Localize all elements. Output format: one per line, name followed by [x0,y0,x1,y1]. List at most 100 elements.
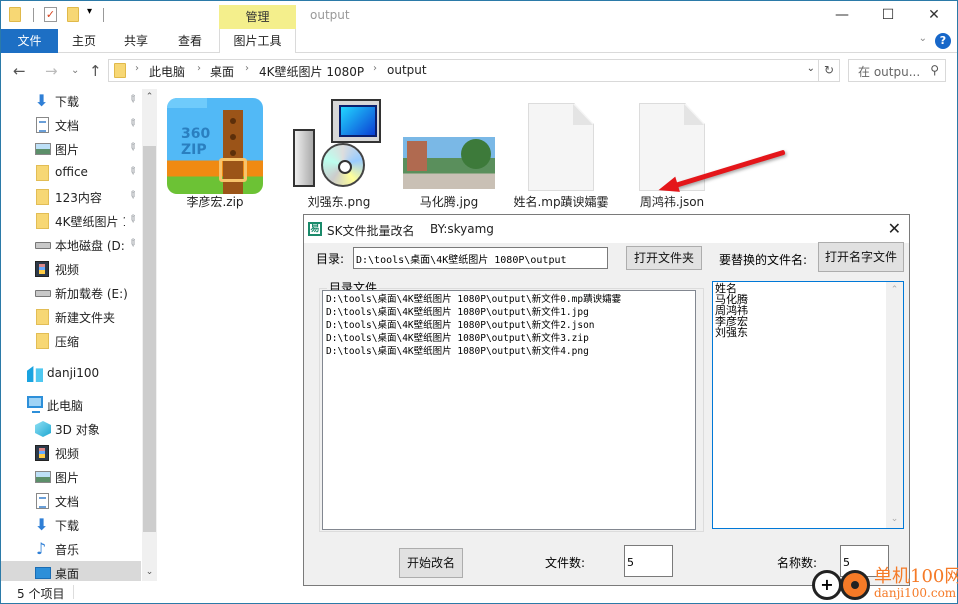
sidebar-item-videos[interactable]: 视频 [1,257,141,281]
list-item[interactable]: D:\tools\桌面\4K壁纸图片 1080P\output\新文件1.jpg [326,306,692,319]
refresh-button[interactable]: ↻ [818,60,839,81]
file-count-field[interactable]: 5 [624,545,673,577]
scrollbar-thumb[interactable] [143,146,156,532]
pin-icon: ✎ [125,92,140,107]
navigation-pane: ⬇ 下载 ✎ 文档 ✎ 图片 ✎ office ✎ 123内容 ✎ 4K壁纸图片… [1,89,157,581]
sidebar-item-videos-pc[interactable]: 视频 [1,441,141,465]
picture-icon [35,143,51,155]
list-item[interactable]: D:\tools\桌面\4K壁纸图片 1080P\output\新文件0.mp蹟… [326,293,692,306]
file-item-json[interactable]: 周鸿祎.json [622,89,722,214]
sidebar-item-downloads-pc[interactable]: ⬇ 下载 [1,513,141,537]
item-count: 5 个项目 [17,587,65,601]
scroll-up-arrow[interactable]: ⌃ [886,282,903,299]
sidebar-item-danji100[interactable]: danji100 [1,362,141,386]
title-bar: ✓ ▾ 管理 output — ☐ ✕ [1,1,957,29]
new-folder-icon[interactable] [67,7,79,22]
list-item[interactable]: D:\tools\桌面\4K壁纸图片 1080P\output\新文件3.zip [326,332,692,345]
directory-input[interactable]: D:\tools\桌面\4K壁纸图片 1080P\output [353,247,608,269]
window-title: output [310,8,350,22]
names-textarea[interactable]: 姓名 马化腾 周鸿祎 李彦宏 刘强东 ⌃ ⌄ [712,281,904,529]
sidebar-item-label: 此电脑 [47,399,84,413]
sidebar-item-local-disk-d[interactable]: 本地磁盘 (D:) ✎ [1,233,141,257]
names-scrollbar[interactable]: ⌃ ⌄ [886,282,903,528]
recent-locations-dropdown[interactable]: ⌄ [71,65,79,76]
search-input[interactable]: 在 outpu... ⚲ [848,59,946,82]
tab-view[interactable]: 查看 [169,29,211,53]
sidebar-item-this-pc[interactable]: 此电脑 [1,393,141,417]
maximize-button[interactable]: ☐ [865,1,911,29]
directory-files-list[interactable]: D:\tools\桌面\4K壁纸图片 1080P\output\新文件0.mp蹟… [322,290,696,530]
open-folder-button[interactable]: 打开文件夹 [626,246,702,270]
sidebar-item-downloads[interactable]: ⬇ 下载 ✎ [1,89,141,113]
sidebar-item-pictures[interactable]: 图片 ✎ [1,137,141,161]
scroll-up-arrow[interactable]: ⌃ [142,89,157,106]
sidebar-item-label: 图片 [55,143,80,157]
file-name: 姓名.mp蹟谀孀霎 [513,195,609,209]
sidebar-item-documents-pc[interactable]: 文档 [1,489,141,513]
sidebar-item-label: 下载 [55,519,80,533]
tab-file[interactable]: 文件 [1,29,58,53]
blank-file-icon [528,103,594,191]
sidebar-item-office[interactable]: office ✎ [1,161,141,185]
sidebar-item-pictures-pc[interactable]: 图片 [1,465,141,489]
properties-icon[interactable]: ✓ [44,7,57,22]
start-rename-button[interactable]: 开始改名 [399,548,463,578]
breadcrumb-desktop[interactable]: 桌面 [210,63,234,80]
file-item-mp[interactable]: 姓名.mp蹟谀孀霎 [511,89,611,214]
tab-share[interactable]: 共享 [115,29,157,53]
list-item[interactable]: D:\tools\桌面\4K壁纸图片 1080P\output\新文件4.png [326,345,692,358]
open-names-file-button[interactable]: 打开名字文件 [818,242,904,272]
sidebar-item-music[interactable]: ♪ 音乐 [1,537,141,561]
breadcrumb-this-pc[interactable]: 此电脑 [149,63,185,80]
photo-thumbnail [403,137,495,189]
sidebar-item-3d-objects[interactable]: 3D 对象 [1,417,141,441]
minimize-button[interactable]: — [819,1,865,29]
folder-icon [114,63,126,78]
sidebar-item-desktop[interactable]: 桌面 [1,561,141,581]
sidebar-scrollbar[interactable]: ⌃ ⌄ [142,89,157,581]
pin-icon: ✎ [125,116,140,131]
forward-button[interactable]: → [45,62,58,80]
watermark-text-cn: 单机100网 [874,566,958,587]
sidebar-item-label: 新加载卷 (E:) [55,287,128,301]
address-bar[interactable]: › 此电脑 › 桌面 › 4K壁纸图片 1080P › output ⌄ ↻ [108,59,840,82]
up-button[interactable]: ↑ [89,62,102,80]
contextual-tab-group-manage: 管理 [219,5,296,29]
drive-icon [35,290,51,297]
sidebar-item-123-content[interactable]: 123内容 ✎ [1,185,141,209]
download-icon: ⬇ [35,515,49,534]
breadcrumb-wallpaper-folder[interactable]: 4K壁纸图片 1080P [259,63,364,80]
help-icon[interactable]: ? [935,33,951,49]
sidebar-item-wallpaper-folder[interactable]: 4K壁纸图片 1 ✎ [1,209,141,233]
file-item-png[interactable]: 刘强东.png [289,89,389,214]
sidebar-item-documents[interactable]: 文档 ✎ [1,113,141,137]
sidebar-item-volume-e[interactable]: 新加载卷 (E:) [1,281,141,305]
address-history-dropdown[interactable]: ⌄ [807,63,815,74]
pin-icon: ✎ [125,212,140,227]
file-item-zip[interactable]: 360 ZIP 李彦宏.zip [165,89,265,214]
breadcrumb-output[interactable]: output [387,63,427,77]
ribbon-tabs: 文件 主页 共享 查看 图片工具 ⌄ ? [1,29,957,53]
tab-home[interactable]: 主页 [63,29,105,53]
scroll-down-arrow[interactable]: ⌄ [142,564,157,581]
sidebar-item-new-folder[interactable]: 新建文件夹 [1,305,141,329]
watermark-text-en: danji100.com [874,586,957,600]
expand-ribbon-icon[interactable]: ⌄ [919,33,927,44]
sidebar-item-label: 视频 [55,447,80,461]
sidebar-item-compressed[interactable]: 压缩 [1,329,141,353]
file-item-jpg[interactable]: 马化腾.jpg [399,89,499,214]
sidebar-item-label: danji100 [47,366,100,380]
customize-quick-access-dropdown[interactable]: ▾ [87,6,92,22]
back-button[interactable]: ← [13,62,26,80]
breadcrumb-separator: › [373,63,377,74]
dialog-close-button[interactable]: ✕ [888,219,901,238]
name-line: 刘强东 [715,326,748,339]
folder-icon [36,213,49,229]
watermark-logo: + 单机100网 danji100.com [812,562,958,604]
sidebar-item-label: 图片 [55,471,80,485]
close-button[interactable]: ✕ [911,1,957,29]
tab-picture-tools[interactable]: 图片工具 [219,29,296,53]
file-name: 周鸿祎.json [639,195,705,209]
scroll-down-arrow[interactable]: ⌄ [886,511,903,528]
list-item[interactable]: D:\tools\桌面\4K壁纸图片 1080P\output\新文件2.jso… [326,319,692,332]
